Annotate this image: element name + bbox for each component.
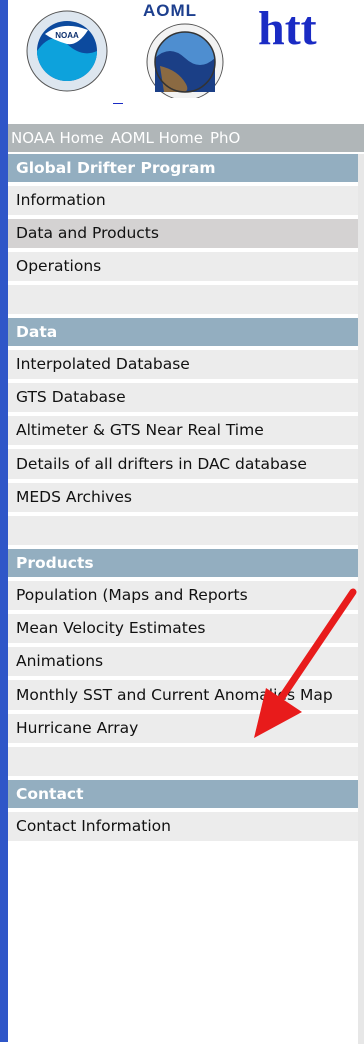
noaa-logo[interactable]: NOAA (18, 10, 116, 92)
section-header-products: Products (8, 549, 358, 577)
menu-spacer (8, 516, 358, 545)
menu-spacer (8, 747, 358, 776)
left-border (0, 0, 8, 1042)
menu-item-data-and-products[interactable]: Data and Products (8, 219, 358, 248)
aoml-wordmark: AOML (143, 1, 198, 20)
menu-item-gts-database[interactable]: GTS Database (8, 383, 358, 412)
page-header: NOAA AOML htt (8, 0, 364, 98)
section-header-global-drifter-program: Global Drifter Program (8, 154, 358, 182)
menu-item-contact-information[interactable]: Contact Information (8, 812, 358, 841)
menu-item-drifter-details[interactable]: Details of all drifters in DAC database (8, 449, 358, 479)
topnav-link-aoml-home[interactable]: AOML Home (111, 129, 203, 147)
svg-text:NOAA: NOAA (55, 31, 79, 40)
section-header-data: Data (8, 318, 358, 346)
annotation-arrow-icon (254, 588, 357, 738)
logo-link-underline[interactable] (113, 103, 123, 104)
top-navigation-bar: NOAA Home AOML Home PhO (8, 124, 364, 152)
menu-item-interpolated-database[interactable]: Interpolated Database (8, 350, 358, 379)
topnav-link-phod[interactable]: PhO (210, 129, 240, 147)
topnav-link-noaa-home[interactable]: NOAA Home (11, 129, 104, 147)
menu-item-information[interactable]: Information (8, 186, 358, 215)
site-url-heading[interactable]: htt (258, 5, 317, 53)
menu-item-meds-archives[interactable]: MEDS Archives (8, 483, 358, 512)
menu-item-altimeter-gts[interactable]: Altimeter & GTS Near Real Time (8, 416, 358, 445)
section-header-contact: Contact (8, 780, 358, 808)
menu-item-operations[interactable]: Operations (8, 252, 358, 281)
menu-spacer (8, 285, 358, 314)
